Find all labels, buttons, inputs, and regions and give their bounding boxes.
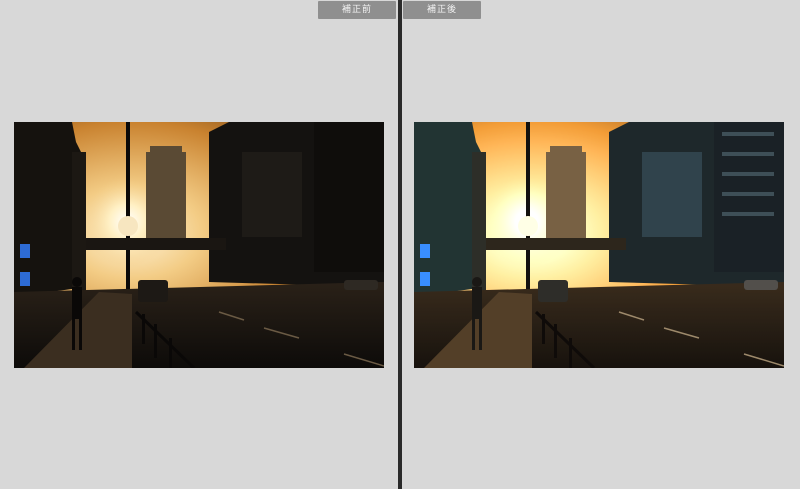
after-photo [414,122,784,368]
before-photo [14,122,384,368]
after-pane: 補正後 [402,0,800,489]
after-label[interactable]: 補正後 [403,1,481,19]
city-sunset-photo-icon [14,122,384,368]
before-label[interactable]: 補正前 [318,1,396,19]
city-sunset-photo-icon [414,122,784,368]
before-pane: 補正前 [0,0,398,489]
